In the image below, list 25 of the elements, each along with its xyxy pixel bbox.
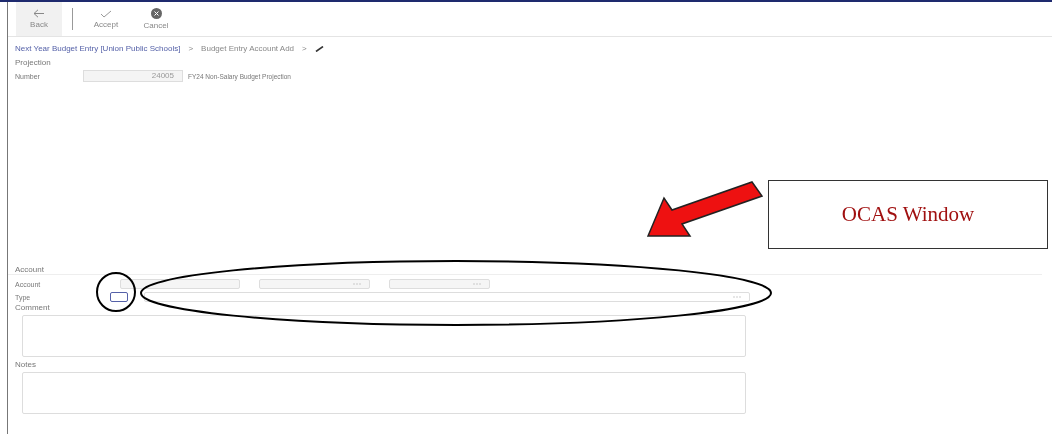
field-label: Notes [14,359,37,369]
callout-label: OCAS Window [768,180,1048,249]
account-field[interactable] [259,279,370,289]
comment-field[interactable] [22,315,746,357]
section-title: Projection [14,57,52,67]
back-button[interactable]: Back [16,2,62,36]
pencil-icon[interactable] [314,45,324,52]
close-icon [150,8,162,19]
breadcrumb-separator: > [188,44,194,53]
number-field[interactable]: 24005 [83,70,183,82]
accept-button[interactable]: Accept [83,2,129,36]
section-title: Account [8,260,1042,275]
notes-field[interactable] [22,372,746,414]
account-field[interactable] [120,279,240,289]
account-field[interactable] [389,279,490,289]
type-selector[interactable] [110,292,128,302]
field-label: Comment [14,302,51,312]
breadcrumb-link[interactable]: Next Year Budget Entry [Union Public Schools] [15,44,181,53]
circle-annotation [96,272,136,312]
checkmark-icon [100,9,112,18]
back-arrow-icon [33,9,45,18]
breadcrumb-separator: > [302,44,307,53]
type-field[interactable] [144,292,750,302]
breadcrumb-item: Budget Entry Account Add [201,44,295,53]
cancel-button[interactable]: Cancel [133,2,179,36]
